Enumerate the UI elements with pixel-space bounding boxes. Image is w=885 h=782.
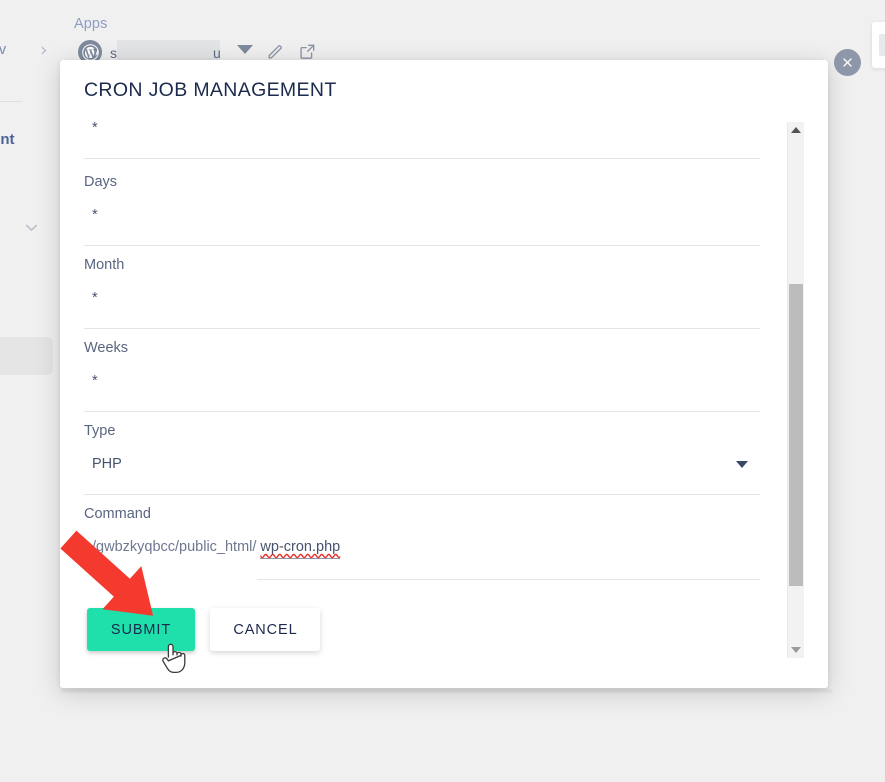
field-underline bbox=[84, 328, 760, 329]
cron-field-type-value: PHP bbox=[92, 456, 122, 472]
field-underline bbox=[84, 245, 760, 246]
cron-field-month-input[interactable]: * bbox=[84, 288, 760, 308]
chevron-down-icon[interactable] bbox=[237, 45, 253, 54]
dialog-actions: SUBMIT CANCEL bbox=[87, 608, 321, 651]
cron-field-type-label: Type bbox=[84, 423, 116, 439]
cron-form-scroll-area: * Days * Month * Weeks * Type PHP Comman… bbox=[60, 118, 795, 598]
cron-command-input[interactable]: wp-cron.php bbox=[260, 537, 341, 559]
scrollbar-down-arrow-icon[interactable] bbox=[788, 642, 804, 658]
cron-field-command: Command /gwbzkyqbcc/public_html/ wp-cron… bbox=[84, 505, 760, 580]
background-shadow-line bbox=[62, 690, 832, 693]
cron-field-days-label: Days bbox=[84, 174, 118, 190]
scrollbar-thumb[interactable] bbox=[789, 284, 803, 586]
site-name-redaction bbox=[117, 40, 220, 60]
cron-field-type: Type PHP bbox=[84, 422, 760, 495]
dialog-scrollbar[interactable] bbox=[787, 122, 804, 658]
cron-job-management-dialog: CRON JOB MANAGEMENT * Days * Month * Wee… bbox=[60, 60, 828, 688]
cron-field-weeks-input[interactable]: * bbox=[84, 371, 760, 391]
scrollbar-up-arrow-icon[interactable] bbox=[788, 122, 804, 138]
cron-field-weeks: Weeks * bbox=[84, 339, 760, 412]
field-underline bbox=[84, 411, 760, 412]
cron-field-weeks-label: Weeks bbox=[84, 340, 129, 356]
cron-field-month-label: Month bbox=[84, 257, 125, 273]
cancel-button[interactable]: CANCEL bbox=[210, 608, 321, 651]
cron-command-path-prefix: /gwbzkyqbcc/public_html/ bbox=[92, 539, 257, 555]
breadcrumb-apps[interactable]: Apps bbox=[74, 16, 107, 32]
close-icon[interactable] bbox=[834, 49, 861, 76]
submit-button[interactable]: SUBMIT bbox=[87, 608, 195, 651]
cron-field-command-label: Command bbox=[84, 506, 151, 522]
field-underline bbox=[257, 579, 760, 580]
dialog-title: CRON JOB MANAGEMENT bbox=[84, 79, 337, 101]
field-underline bbox=[84, 158, 760, 159]
sidebar-partial-label: ent bbox=[0, 131, 15, 148]
cron-field-days-input[interactable]: * bbox=[84, 205, 760, 225]
cron-command-row: /gwbzkyqbcc/public_html/ wp-cron.php bbox=[84, 537, 760, 559]
sidebar-divider bbox=[0, 101, 22, 102]
chevron-down-icon[interactable] bbox=[22, 218, 41, 242]
cron-field-days: Days * bbox=[84, 173, 760, 246]
right-panel-card-content bbox=[879, 34, 885, 56]
site-name-prefix: s bbox=[110, 45, 117, 61]
chevron-down-icon[interactable] bbox=[736, 461, 748, 468]
cron-field-minutes-input[interactable]: * bbox=[84, 118, 760, 138]
cron-field-minutes: * bbox=[84, 118, 760, 159]
field-underline bbox=[84, 494, 760, 495]
breadcrumb-separator-icon: › bbox=[40, 39, 48, 61]
site-name-suffix: u bbox=[213, 45, 221, 61]
cron-field-type-select[interactable]: PHP bbox=[84, 454, 760, 474]
breadcrumb-server-partial[interactable]: erv bbox=[0, 42, 6, 58]
cron-field-month: Month * bbox=[84, 256, 760, 329]
sidebar-placeholder-card bbox=[0, 337, 53, 375]
